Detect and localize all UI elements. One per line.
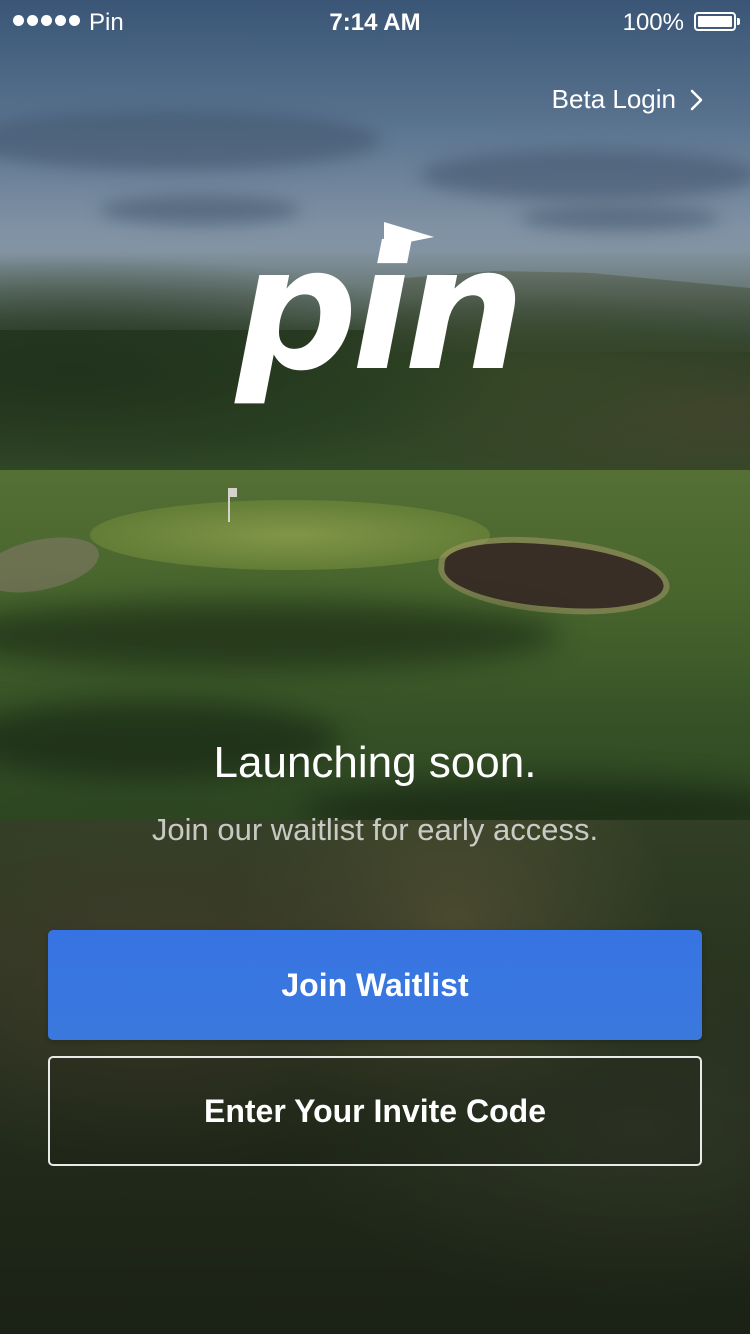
join-waitlist-button[interactable]: Join Waitlist xyxy=(48,930,702,1040)
headline: Launching soon. xyxy=(213,738,537,787)
pin-logo: pin xyxy=(234,220,522,405)
subheadline: Join our waitlist for early access. xyxy=(151,812,599,847)
battery-percent: 100% xyxy=(622,9,684,36)
enter-invite-code-button[interactable]: Enter Your Invite Code xyxy=(48,1056,702,1166)
battery-full-icon xyxy=(694,12,740,31)
beta-login-link[interactable]: Beta Login xyxy=(552,84,704,115)
status-bar: Pin 7:14 AM 100% xyxy=(0,0,750,40)
beta-login-label: Beta Login xyxy=(551,84,676,114)
logo-text: pin xyxy=(234,220,519,405)
chevron-right-icon xyxy=(690,89,703,110)
